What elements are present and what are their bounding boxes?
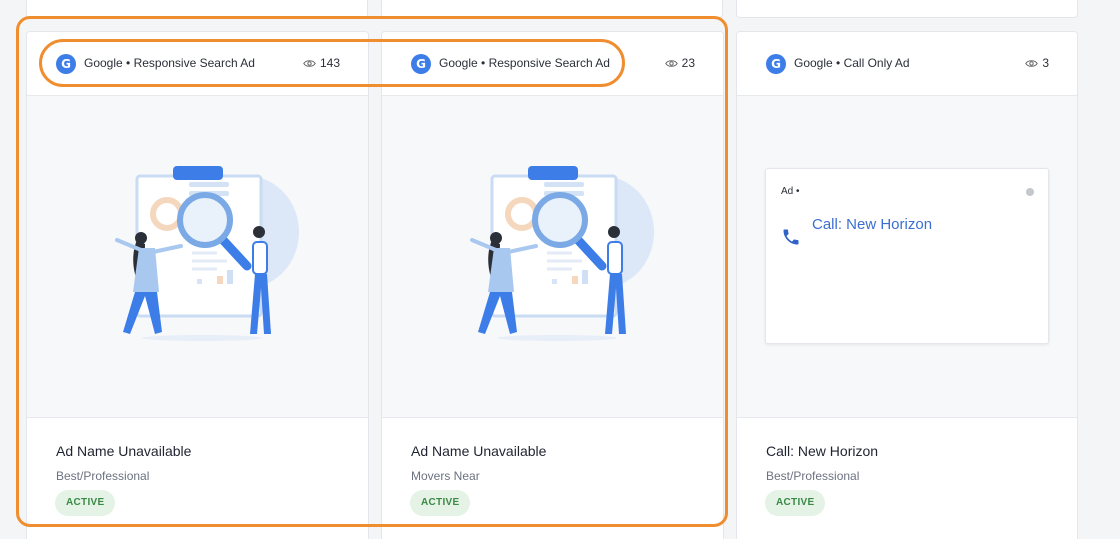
ad-card[interactable]: G Google • Responsive Search Ad 23 Ad Na…: [381, 31, 724, 539]
search-report-illustration: [115, 166, 299, 341]
card-header: G Google • Responsive Search Ad 143: [27, 32, 368, 96]
google-logo-icon: G: [56, 54, 76, 74]
call-ad-title[interactable]: Call: New Horizon: [812, 216, 932, 233]
view-count: 23: [664, 56, 695, 70]
card-top-stub-2: [381, 0, 723, 18]
card-top-stub-1: [26, 0, 368, 18]
eye-icon: [303, 59, 316, 67]
card-footer: Ad Name Unavailable Best/Professional AC…: [27, 418, 368, 539]
ad-source: Google • Responsive Search Ad: [84, 56, 255, 70]
phone-icon[interactable]: [781, 227, 801, 247]
ad-preview[interactable]: Ad • Call: New Horizon: [737, 96, 1077, 418]
google-logo-icon: G: [411, 54, 431, 74]
ad-source: Google • Call Only Ad: [794, 56, 910, 70]
ad-group: Best/Professional: [56, 469, 150, 483]
google-logo-icon: G: [766, 54, 786, 74]
card-header: G Google • Call Only Ad 3: [737, 32, 1077, 96]
status-badge: ACTIVE: [55, 490, 116, 516]
ad-name[interactable]: Call: New Horizon: [766, 443, 878, 459]
card-top-stub-3: [736, 0, 1078, 18]
card-header: G Google • Responsive Search Ad 23: [382, 32, 723, 96]
info-dot-icon: [1026, 188, 1034, 196]
ad-name[interactable]: Ad Name Unavailable: [56, 443, 191, 459]
ad-card[interactable]: G Google • Call Only Ad 3 Ad • Call: New…: [736, 31, 1078, 539]
ad-source: Google • Responsive Search Ad: [439, 56, 610, 70]
view-count-value: 143: [319, 56, 340, 70]
ad-preview[interactable]: [382, 96, 723, 418]
ad-group: Best/Professional: [766, 469, 860, 483]
eye-icon: [1025, 59, 1039, 67]
eye-icon: [664, 59, 678, 67]
ad-name[interactable]: Ad Name Unavailable: [411, 443, 546, 459]
ad-label: Ad •: [781, 186, 800, 197]
call-ad-preview[interactable]: Ad • Call: New Horizon: [765, 168, 1049, 344]
ad-group: Movers Near: [411, 469, 480, 483]
status-badge: ACTIVE: [410, 490, 471, 516]
card-footer: Ad Name Unavailable Movers Near ACTIVE: [382, 418, 723, 539]
view-count-value: 23: [681, 56, 695, 70]
view-count-value: 3: [1042, 56, 1049, 70]
status-badge: ACTIVE: [765, 490, 826, 516]
view-count: 3: [1025, 56, 1049, 70]
ad-preview[interactable]: [27, 96, 368, 418]
search-report-illustration: [470, 166, 654, 341]
ad-card[interactable]: G Google • Responsive Search Ad 143 Ad N…: [26, 31, 369, 539]
card-footer: Call: New Horizon Best/Professional ACTI…: [737, 418, 1077, 539]
view-count: 143: [303, 56, 340, 70]
